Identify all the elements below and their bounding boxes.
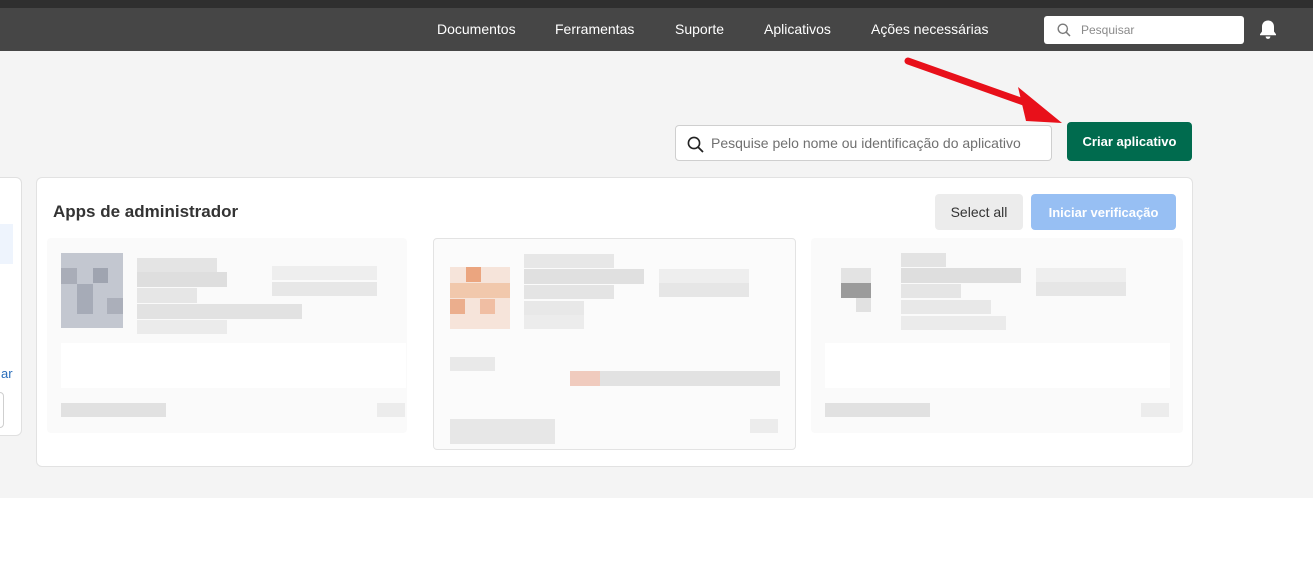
global-search-box[interactable] [1044, 16, 1244, 44]
app-card[interactable] [811, 238, 1183, 433]
select-all-button[interactable]: Select all [935, 194, 1023, 230]
app-search-box[interactable] [675, 125, 1052, 161]
nav-link-aplicativos[interactable]: Aplicativos [764, 8, 831, 51]
red-arrow-annotation [904, 57, 1062, 123]
app-card[interactable] [433, 238, 796, 450]
sidebar-field[interactable] [0, 392, 4, 428]
admin-apps-title: Apps de administrador [53, 202, 239, 221]
start-verification-button[interactable]: Iniciar verificação [1031, 194, 1176, 230]
app-card[interactable] [47, 238, 407, 433]
sidebar-link[interactable]: ar [1, 366, 13, 381]
top-strip [0, 0, 1313, 8]
nav-link-documentos[interactable]: Documentos [437, 8, 516, 51]
selected-sidebar-item[interactable] [0, 224, 13, 264]
create-app-button[interactable]: Criar aplicativo [1067, 122, 1192, 161]
search-icon [687, 136, 704, 153]
top-navbar: Documentos Ferramentas Suporte Aplicativ… [0, 8, 1313, 51]
left-sidebar-card: ar [0, 177, 22, 436]
app-logo-blurred [841, 268, 871, 283]
nav-link-suporte[interactable]: Suporte [675, 8, 724, 51]
nav-link-ferramentas[interactable]: Ferramentas [555, 8, 634, 51]
app-search-input[interactable] [711, 126, 1046, 160]
nav-link-acoes-necessarias[interactable]: Ações necessárias [871, 8, 989, 51]
global-search-input[interactable] [1081, 16, 1236, 44]
admin-apps-panel: Apps de administrador Select all Iniciar… [36, 177, 1193, 467]
bell-icon[interactable] [1258, 19, 1278, 40]
search-icon [1057, 23, 1071, 37]
